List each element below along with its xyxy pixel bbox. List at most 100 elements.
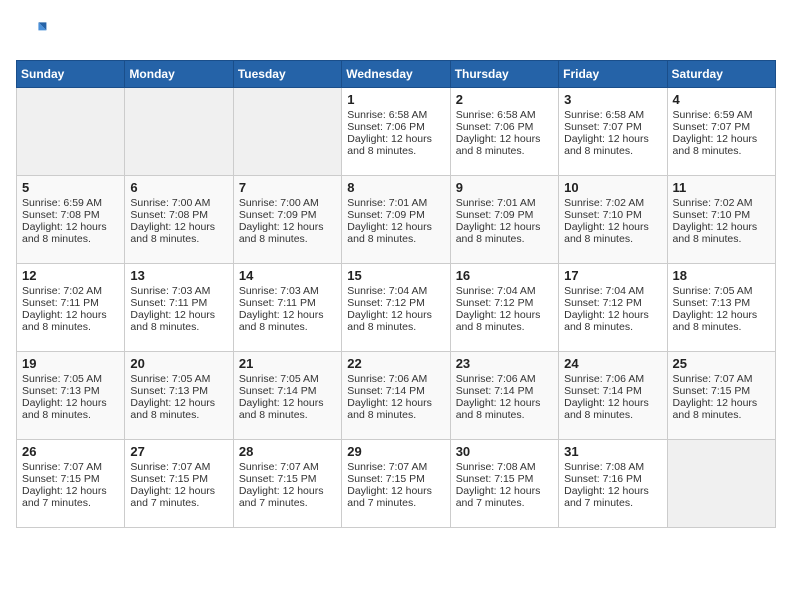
calendar-cell: 12 Sunrise: 7:02 AM Sunset: 7:11 PM Dayl… [17,264,125,352]
sunset-text: Sunset: 7:11 PM [239,297,316,309]
calendar-cell: 15 Sunrise: 7:04 AM Sunset: 7:12 PM Dayl… [342,264,450,352]
calendar-cell [17,88,125,176]
day-number: 16 [456,268,553,283]
calendar-cell: 22 Sunrise: 7:06 AM Sunset: 7:14 PM Dayl… [342,352,450,440]
day-number: 3 [564,92,661,107]
day-number: 5 [22,180,119,195]
calendar-cell: 21 Sunrise: 7:05 AM Sunset: 7:14 PM Dayl… [233,352,341,440]
calendar-cell: 18 Sunrise: 7:05 AM Sunset: 7:13 PM Dayl… [667,264,775,352]
sunrise-text: Sunrise: 7:01 AM [456,197,536,209]
sunrise-text: Sunrise: 7:01 AM [347,197,427,209]
sunset-text: Sunset: 7:15 PM [22,473,100,485]
day-number: 14 [239,268,336,283]
day-number: 13 [130,268,227,283]
day-number: 31 [564,444,661,459]
day-number: 17 [564,268,661,283]
calendar-cell: 13 Sunrise: 7:03 AM Sunset: 7:11 PM Dayl… [125,264,233,352]
sunset-text: Sunset: 7:07 PM [673,121,751,133]
sunrise-text: Sunrise: 7:02 AM [673,197,753,209]
day-number: 28 [239,444,336,459]
calendar-cell: 8 Sunrise: 7:01 AM Sunset: 7:09 PM Dayli… [342,176,450,264]
weekday-header: Monday [125,61,233,88]
logo [16,16,52,48]
calendar-cell [667,440,775,528]
calendar-cell: 6 Sunrise: 7:00 AM Sunset: 7:08 PM Dayli… [125,176,233,264]
daylight-text: Daylight: 12 hours and 8 minutes. [456,221,541,245]
sunset-text: Sunset: 7:07 PM [564,121,642,133]
sunrise-text: Sunrise: 7:05 AM [130,373,210,385]
calendar-cell: 10 Sunrise: 7:02 AM Sunset: 7:10 PM Dayl… [559,176,667,264]
day-number: 10 [564,180,661,195]
calendar-cell: 27 Sunrise: 7:07 AM Sunset: 7:15 PM Dayl… [125,440,233,528]
calendar-cell [125,88,233,176]
calendar-cell: 31 Sunrise: 7:08 AM Sunset: 7:16 PM Dayl… [559,440,667,528]
sunrise-text: Sunrise: 7:04 AM [347,285,427,297]
sunrise-text: Sunrise: 7:06 AM [564,373,644,385]
calendar-cell: 16 Sunrise: 7:04 AM Sunset: 7:12 PM Dayl… [450,264,558,352]
day-number: 21 [239,356,336,371]
calendar-cell [233,88,341,176]
day-number: 6 [130,180,227,195]
calendar-cell: 4 Sunrise: 6:59 AM Sunset: 7:07 PM Dayli… [667,88,775,176]
sunset-text: Sunset: 7:09 PM [347,209,425,221]
calendar-cell: 28 Sunrise: 7:07 AM Sunset: 7:15 PM Dayl… [233,440,341,528]
sunset-text: Sunset: 7:14 PM [239,385,317,397]
day-number: 29 [347,444,444,459]
sunrise-text: Sunrise: 6:58 AM [347,109,427,121]
calendar-cell: 24 Sunrise: 7:06 AM Sunset: 7:14 PM Dayl… [559,352,667,440]
day-number: 23 [456,356,553,371]
daylight-text: Daylight: 12 hours and 8 minutes. [456,133,541,157]
sunset-text: Sunset: 7:09 PM [239,209,317,221]
sunset-text: Sunset: 7:14 PM [456,385,534,397]
calendar-cell: 17 Sunrise: 7:04 AM Sunset: 7:12 PM Dayl… [559,264,667,352]
daylight-text: Daylight: 12 hours and 8 minutes. [347,309,432,333]
sunset-text: Sunset: 7:08 PM [130,209,208,221]
day-number: 18 [673,268,770,283]
calendar-week-row: 5 Sunrise: 6:59 AM Sunset: 7:08 PM Dayli… [17,176,776,264]
daylight-text: Daylight: 12 hours and 8 minutes. [564,397,649,421]
calendar-week-row: 1 Sunrise: 6:58 AM Sunset: 7:06 PM Dayli… [17,88,776,176]
day-number: 4 [673,92,770,107]
day-number: 7 [239,180,336,195]
calendar-cell: 7 Sunrise: 7:00 AM Sunset: 7:09 PM Dayli… [233,176,341,264]
daylight-text: Daylight: 12 hours and 8 minutes. [564,133,649,157]
calendar-week-row: 19 Sunrise: 7:05 AM Sunset: 7:13 PM Dayl… [17,352,776,440]
daylight-text: Daylight: 12 hours and 7 minutes. [239,485,324,509]
sunrise-text: Sunrise: 6:58 AM [456,109,536,121]
calendar-week-row: 12 Sunrise: 7:02 AM Sunset: 7:11 PM Dayl… [17,264,776,352]
calendar-cell: 11 Sunrise: 7:02 AM Sunset: 7:10 PM Dayl… [667,176,775,264]
sunset-text: Sunset: 7:13 PM [22,385,100,397]
day-number: 26 [22,444,119,459]
calendar-cell: 1 Sunrise: 6:58 AM Sunset: 7:06 PM Dayli… [342,88,450,176]
daylight-text: Daylight: 12 hours and 8 minutes. [22,221,107,245]
daylight-text: Daylight: 12 hours and 8 minutes. [347,221,432,245]
calendar-cell: 23 Sunrise: 7:06 AM Sunset: 7:14 PM Dayl… [450,352,558,440]
day-number: 9 [456,180,553,195]
calendar-cell: 5 Sunrise: 6:59 AM Sunset: 7:08 PM Dayli… [17,176,125,264]
sunset-text: Sunset: 7:15 PM [456,473,534,485]
sunrise-text: Sunrise: 7:00 AM [239,197,319,209]
daylight-text: Daylight: 12 hours and 7 minutes. [564,485,649,509]
sunrise-text: Sunrise: 7:07 AM [130,461,210,473]
daylight-text: Daylight: 12 hours and 8 minutes. [673,397,758,421]
daylight-text: Daylight: 12 hours and 8 minutes. [239,397,324,421]
calendar-week-row: 26 Sunrise: 7:07 AM Sunset: 7:15 PM Dayl… [17,440,776,528]
calendar-table: SundayMondayTuesdayWednesdayThursdayFrid… [16,60,776,528]
sunrise-text: Sunrise: 7:03 AM [239,285,319,297]
sunrise-text: Sunrise: 7:07 AM [22,461,102,473]
daylight-text: Daylight: 12 hours and 8 minutes. [673,133,758,157]
day-number: 24 [564,356,661,371]
calendar-cell: 9 Sunrise: 7:01 AM Sunset: 7:09 PM Dayli… [450,176,558,264]
calendar-cell: 26 Sunrise: 7:07 AM Sunset: 7:15 PM Dayl… [17,440,125,528]
sunset-text: Sunset: 7:15 PM [673,385,751,397]
sunrise-text: Sunrise: 7:00 AM [130,197,210,209]
weekday-header: Saturday [667,61,775,88]
weekday-header: Sunday [17,61,125,88]
calendar-cell: 2 Sunrise: 6:58 AM Sunset: 7:06 PM Dayli… [450,88,558,176]
weekday-header: Wednesday [342,61,450,88]
weekday-header: Tuesday [233,61,341,88]
sunset-text: Sunset: 7:06 PM [347,121,425,133]
day-number: 15 [347,268,444,283]
weekday-header: Thursday [450,61,558,88]
sunset-text: Sunset: 7:11 PM [22,297,99,309]
